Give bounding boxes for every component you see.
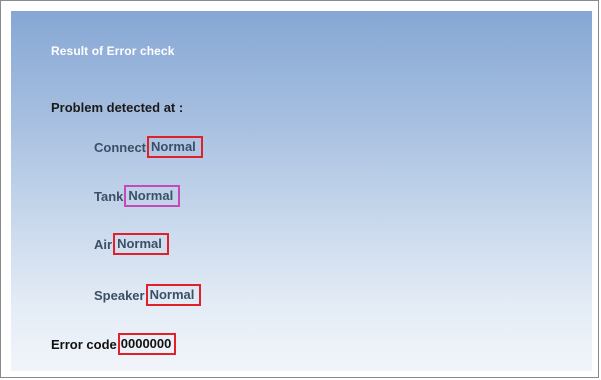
error-code-value: 0000000	[117, 333, 177, 355]
check-status-tank: Normal	[124, 185, 181, 207]
check-row-air: Air Normal	[94, 233, 169, 255]
check-status-speaker: Normal	[145, 284, 202, 306]
error-code-label: Error code	[51, 336, 117, 352]
check-row-speaker: Speaker Normal	[94, 284, 202, 306]
check-status-air: Normal	[113, 233, 169, 255]
check-row-tank: Tank Normal	[94, 185, 181, 207]
panel-title: Result of Error check	[51, 44, 175, 58]
problem-heading: Problem detected at :	[51, 100, 184, 115]
check-label-speaker: Speaker	[94, 287, 145, 303]
check-label-air: Air	[94, 236, 113, 252]
check-label-tank: Tank	[94, 188, 124, 204]
check-row-connect: Connect Normal	[94, 136, 203, 158]
error-check-panel: Result of Error check Problem detected a…	[11, 11, 592, 371]
check-label-connect: Connect	[94, 139, 146, 155]
error-code-row: Error code 0000000	[51, 333, 177, 355]
check-status-connect: Normal	[147, 136, 203, 158]
screenshot-frame: Result of Error check Problem detected a…	[0, 0, 599, 378]
